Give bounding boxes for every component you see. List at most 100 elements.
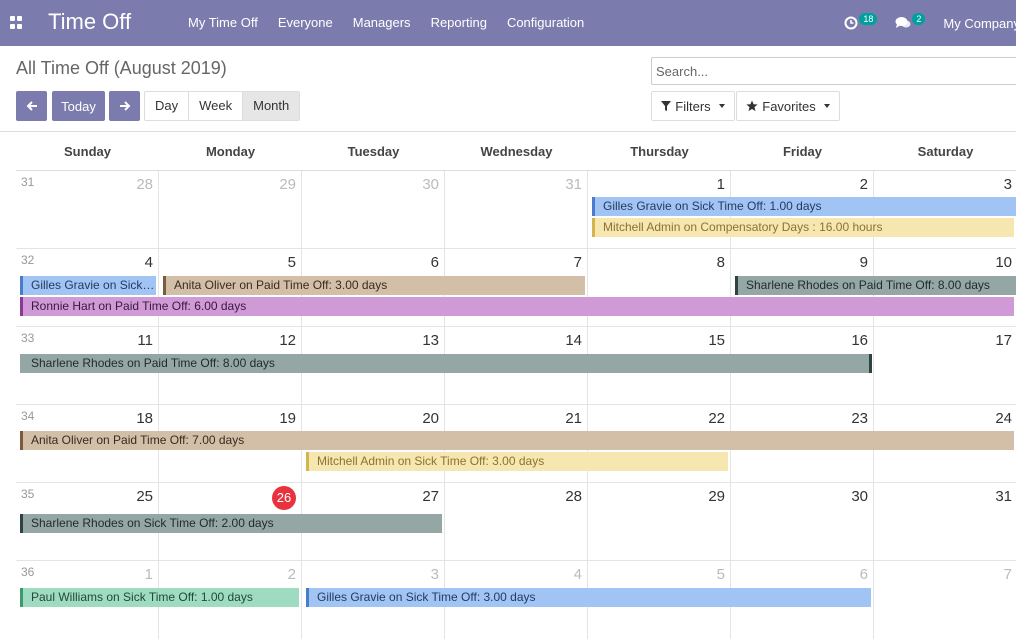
menu-my-time-off[interactable]: My Time Off xyxy=(178,0,268,46)
day-cell[interactable]: 29 xyxy=(588,483,731,561)
today-marker: 26 xyxy=(272,486,296,510)
previous-button[interactable] xyxy=(16,91,47,121)
favorites-label: Favorites xyxy=(762,98,816,114)
weekday-header: Sunday Monday Tuesday Wednesday Thursday… xyxy=(16,132,1016,171)
time-off-event[interactable]: Gilles Gravie on Sick Time Off: 1.00 day… xyxy=(592,197,1016,216)
day-number: 5 xyxy=(287,254,296,271)
day-number: 27 xyxy=(422,488,439,505)
day-cell[interactable]: 29 xyxy=(159,171,302,249)
day-number: 23 xyxy=(851,410,868,427)
menu-reporting[interactable]: Reporting xyxy=(421,0,497,46)
filter-icon xyxy=(661,101,672,111)
view-week-button[interactable]: Week xyxy=(189,92,244,120)
day-number: 22 xyxy=(708,410,725,427)
star-icon xyxy=(746,100,758,112)
view-switcher: Day Week Month xyxy=(144,91,301,121)
day-number: 16 xyxy=(851,332,868,349)
day-number: 1 xyxy=(144,566,153,583)
next-button[interactable] xyxy=(109,91,140,121)
time-off-event[interactable]: Anita Oliver on Paid Time Off: 3.00 days xyxy=(163,276,585,295)
day-number: 1 xyxy=(716,176,725,193)
day-cell[interactable]: 7 xyxy=(874,561,1016,639)
calendar-week-row: 35 25 26 27 28 29 30 31 Sharlene Rhodes o… xyxy=(16,483,1016,561)
messages-button[interactable]: 2 xyxy=(895,13,926,30)
messages-badge: 2 xyxy=(912,13,926,25)
time-off-event[interactable]: Anita Oliver on Paid Time Off: 7.00 days xyxy=(20,431,1014,450)
day-number: 12 xyxy=(279,332,296,349)
caret-down-icon xyxy=(823,104,830,108)
week-number: 32 xyxy=(21,253,35,267)
day-cell[interactable]: 31 xyxy=(445,171,588,249)
day-cell[interactable]: 30 xyxy=(731,483,874,561)
comments-icon xyxy=(895,17,911,28)
day-number: 29 xyxy=(708,488,725,505)
calendar-week-row: 34 18 19 20 21 22 23 24 Anita Oliver on P… xyxy=(16,405,1016,483)
weekday-label: Saturday xyxy=(917,144,974,159)
day-cell[interactable]: 31 28 xyxy=(16,171,159,249)
week-number: 36 xyxy=(21,565,35,579)
day-number: 31 xyxy=(565,176,582,193)
day-number: 3 xyxy=(1003,176,1012,193)
app-title: Time Off xyxy=(48,9,132,34)
time-off-event[interactable]: Gilles Gravie on Sick Time Off: 3.00 day… xyxy=(306,588,871,607)
day-number: 4 xyxy=(144,254,153,271)
weekday-label: Monday xyxy=(205,144,256,159)
main-menu: My Time Off Everyone Managers Reporting … xyxy=(178,0,594,46)
weekday-label: Wednesday xyxy=(480,144,553,159)
day-number: 24 xyxy=(995,410,1012,427)
calendar-week-row: 32 4 5 6 7 8 9 10 Gilles Gravie on Sick T… xyxy=(16,249,1016,327)
apps-menu-icon[interactable] xyxy=(10,16,23,29)
menu-managers[interactable]: Managers xyxy=(343,0,421,46)
filters-dropdown[interactable]: Filters xyxy=(651,91,735,121)
day-number: 3 xyxy=(430,566,439,583)
day-cell[interactable]: 31 xyxy=(874,483,1016,561)
day-cell[interactable]: 17 xyxy=(874,327,1016,405)
weekday-label: Friday xyxy=(782,144,822,159)
time-off-event[interactable]: Sharlene Rhodes on Paid Time Off: 8.00 d… xyxy=(20,354,872,373)
time-off-event[interactable]: Sharlene Rhodes on Paid Time Off: 8.00 d… xyxy=(735,276,1016,295)
day-cell[interactable]: 28 xyxy=(445,483,588,561)
today-button[interactable]: Today xyxy=(52,91,105,121)
day-number: 20 xyxy=(422,410,439,427)
day-number: 4 xyxy=(573,566,582,583)
day-number: 2 xyxy=(859,176,868,193)
top-navbar: Time Off My Time Off Everyone Managers R… xyxy=(0,0,1016,46)
calendar-week-row: 31 28 29 30 31 1 2 3 Gilles Gravie on Sic… xyxy=(16,171,1016,249)
day-number: 31 xyxy=(995,488,1012,505)
page-title: All Time Off (August 2019) xyxy=(16,58,227,78)
time-off-event[interactable]: Mitchell Admin on Sick Time Off: 3.00 da… xyxy=(306,452,728,471)
search-input[interactable] xyxy=(651,57,1016,85)
time-off-event[interactable]: Sharlene Rhodes on Sick Time Off: 2.00 d… xyxy=(20,514,442,533)
day-number: 2 xyxy=(287,566,296,583)
week-number: 34 xyxy=(21,409,35,423)
activity-button[interactable]: 18 xyxy=(844,13,878,30)
favorites-dropdown[interactable]: Favorites xyxy=(736,91,840,121)
week-number: 31 xyxy=(21,175,35,189)
time-off-event[interactable]: Mitchell Admin on Compensatory Days : 16… xyxy=(592,218,1014,237)
time-off-event[interactable]: Gilles Gravie on Sick Time Off: 1.00 day… xyxy=(20,276,156,295)
time-off-event[interactable]: Paul Williams on Sick Time Off: 1.00 day… xyxy=(20,588,299,607)
view-day-button[interactable]: Day xyxy=(145,92,190,120)
day-number: 19 xyxy=(279,410,296,427)
clock-icon xyxy=(844,16,858,30)
time-off-event[interactable]: Ronnie Hart on Paid Time Off: 6.00 days xyxy=(20,297,1014,316)
day-number: 6 xyxy=(430,254,439,271)
day-number: 18 xyxy=(136,410,153,427)
day-number: 29 xyxy=(279,176,296,193)
arrow-left-icon xyxy=(26,101,37,111)
day-number: 8 xyxy=(716,254,725,271)
day-number: 9 xyxy=(859,254,868,271)
company-switcher[interactable]: My Company xyxy=(943,16,1016,31)
day-number: 10 xyxy=(995,254,1012,271)
menu-configuration[interactable]: Configuration xyxy=(497,0,594,46)
day-number: 25 xyxy=(136,488,153,505)
day-number: 28 xyxy=(565,488,582,505)
day-cell[interactable]: 30 xyxy=(302,171,445,249)
activity-badge: 18 xyxy=(859,13,878,25)
view-month-button[interactable]: Month xyxy=(243,92,300,120)
day-number: 21 xyxy=(565,410,582,427)
day-number: 17 xyxy=(995,332,1012,349)
day-number: 6 xyxy=(859,566,868,583)
day-number: 30 xyxy=(851,488,868,505)
menu-everyone[interactable]: Everyone xyxy=(268,0,343,46)
